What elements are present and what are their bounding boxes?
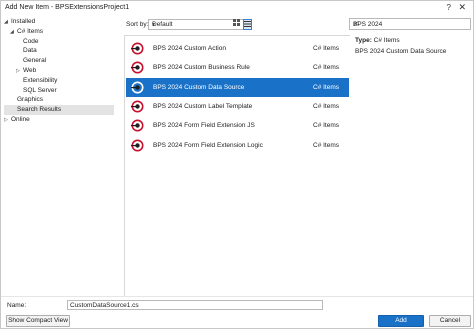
tree-item-label: Code	[23, 37, 39, 45]
template-type: C# Items	[313, 141, 340, 149]
type-value: C# Items	[373, 37, 400, 44]
footer-divider	[1, 296, 473, 297]
tree-item-label: Search Results	[17, 106, 62, 114]
name-label: Name:	[7, 302, 27, 309]
template-list-item[interactable]: BPS 2024 Form Field Extension Logic C# It…	[126, 136, 349, 155]
name-input[interactable]: CustomDataSource1.cs	[67, 300, 323, 310]
tree-item-label: Data	[23, 47, 37, 55]
cancel-button[interactable]: Cancel	[429, 315, 471, 327]
template-name: BPS 2024 Form Field Extension Logic	[153, 141, 263, 149]
bps-template-icon	[131, 81, 144, 94]
tree-item[interactable]: Search Results	[4, 105, 114, 116]
add-new-item-dialog: Add New Item - BPSExtensionsProject1 ? ✕…	[0, 0, 474, 329]
search-input[interactable]: BPS 2024 ✕	[349, 18, 471, 30]
list-view-icon	[244, 21, 251, 27]
clear-search-icon[interactable]: ✕	[353, 20, 467, 28]
template-list: BPS 2024 Custom Action C# Items BPS 2024 C…	[124, 35, 350, 296]
bps-template-icon	[131, 119, 144, 132]
tree-item[interactable]: SQL Server	[4, 86, 114, 96]
template-list-item[interactable]: BPS 2024 Custom Label Template C# Items	[126, 97, 349, 116]
tree-item[interactable]: ▷ Web	[4, 66, 114, 76]
template-list-item[interactable]: BPS 2024 Custom Business Rule C# Items	[126, 58, 349, 77]
template-name: BPS 2024 Custom Action	[153, 45, 226, 52]
template-list-item[interactable]: BPS 2024 Form Field Extension JS C# Items	[126, 116, 349, 135]
template-type: C# Items	[313, 122, 340, 130]
sort-by-label: Sort by:	[126, 21, 149, 28]
add-button[interactable]: Add	[378, 315, 424, 327]
template-type: C# Items	[313, 64, 340, 72]
tree-item-label: SQL Server	[23, 86, 57, 94]
tree-item-label: Extensibility	[23, 76, 58, 84]
tree-item-label: General	[23, 57, 47, 65]
bps-template-icon	[131, 100, 144, 113]
bps-template-icon	[131, 61, 144, 74]
template-type: C# Items	[313, 45, 340, 52]
expand-arrow-icon[interactable]: ▷	[4, 115, 11, 125]
window-title: Add New Item - BPSExtensionsProject1	[5, 4, 130, 11]
name-value: CustomDataSource1.cs	[70, 302, 139, 309]
tree-item-label: C# Items	[17, 27, 44, 35]
sort-bar: Sort by: Default ▾	[124, 19, 350, 31]
help-button[interactable]: ?	[447, 3, 451, 12]
expand-arrow-icon[interactable]: ▷	[16, 66, 23, 76]
grid-view-icon	[233, 19, 240, 26]
tree-item-label: Graphics	[17, 96, 44, 104]
template-name: BPS 2024 Custom Label Template	[153, 102, 253, 110]
tree-item[interactable]: ◢ Installed	[4, 17, 114, 27]
type-label: Type:	[355, 37, 372, 44]
tree-item[interactable]: ◢ C# Items	[4, 27, 114, 37]
tree-item[interactable]: Data	[4, 46, 114, 56]
show-compact-view-button[interactable]: Show Compact View	[6, 315, 70, 327]
template-list-item[interactable]: BPS 2024 Custom Action C# Items	[126, 39, 349, 58]
grid-view-button[interactable]	[232, 19, 241, 30]
bps-template-icon	[131, 42, 144, 55]
tree-item[interactable]: Code	[4, 37, 114, 47]
template-name: BPS 2024 Form Field Extension JS	[153, 122, 255, 130]
template-type: C# Items	[313, 83, 340, 91]
tree-item-label: Online	[11, 116, 30, 123]
bps-template-icon	[131, 139, 144, 151]
template-list-item[interactable]: BPS 2024 Custom Data Source C# Items	[126, 77, 349, 97]
tree-item[interactable]: Extensibility	[4, 76, 114, 86]
template-name: BPS 2024 Custom Data Source	[153, 83, 245, 91]
expand-arrow-icon[interactable]: ◢	[10, 27, 17, 37]
title-bar: Add New Item - BPSExtensionsProject1 ? ✕	[1, 1, 473, 15]
tree-item-label: Installed	[11, 18, 36, 25]
list-view-button[interactable]	[243, 19, 252, 30]
tree-item[interactable]: General	[4, 56, 114, 66]
tree-item-label: Web	[23, 67, 37, 74]
item-description: BPS 2024 Custom Data Source	[355, 48, 447, 55]
tree-item[interactable]: Graphics	[4, 95, 114, 105]
template-name: BPS 2024 Custom Business Rule	[153, 64, 250, 72]
expand-arrow-icon[interactable]: ◢	[4, 17, 11, 27]
template-type: C# Items	[313, 102, 340, 110]
category-tree: ◢ Installed ◢ C# Items Code Data General ▷ Web Ex…	[4, 17, 118, 295]
close-button[interactable]: ✕	[458, 2, 466, 13]
tree-item[interactable]: ▷ Online	[4, 115, 114, 125]
